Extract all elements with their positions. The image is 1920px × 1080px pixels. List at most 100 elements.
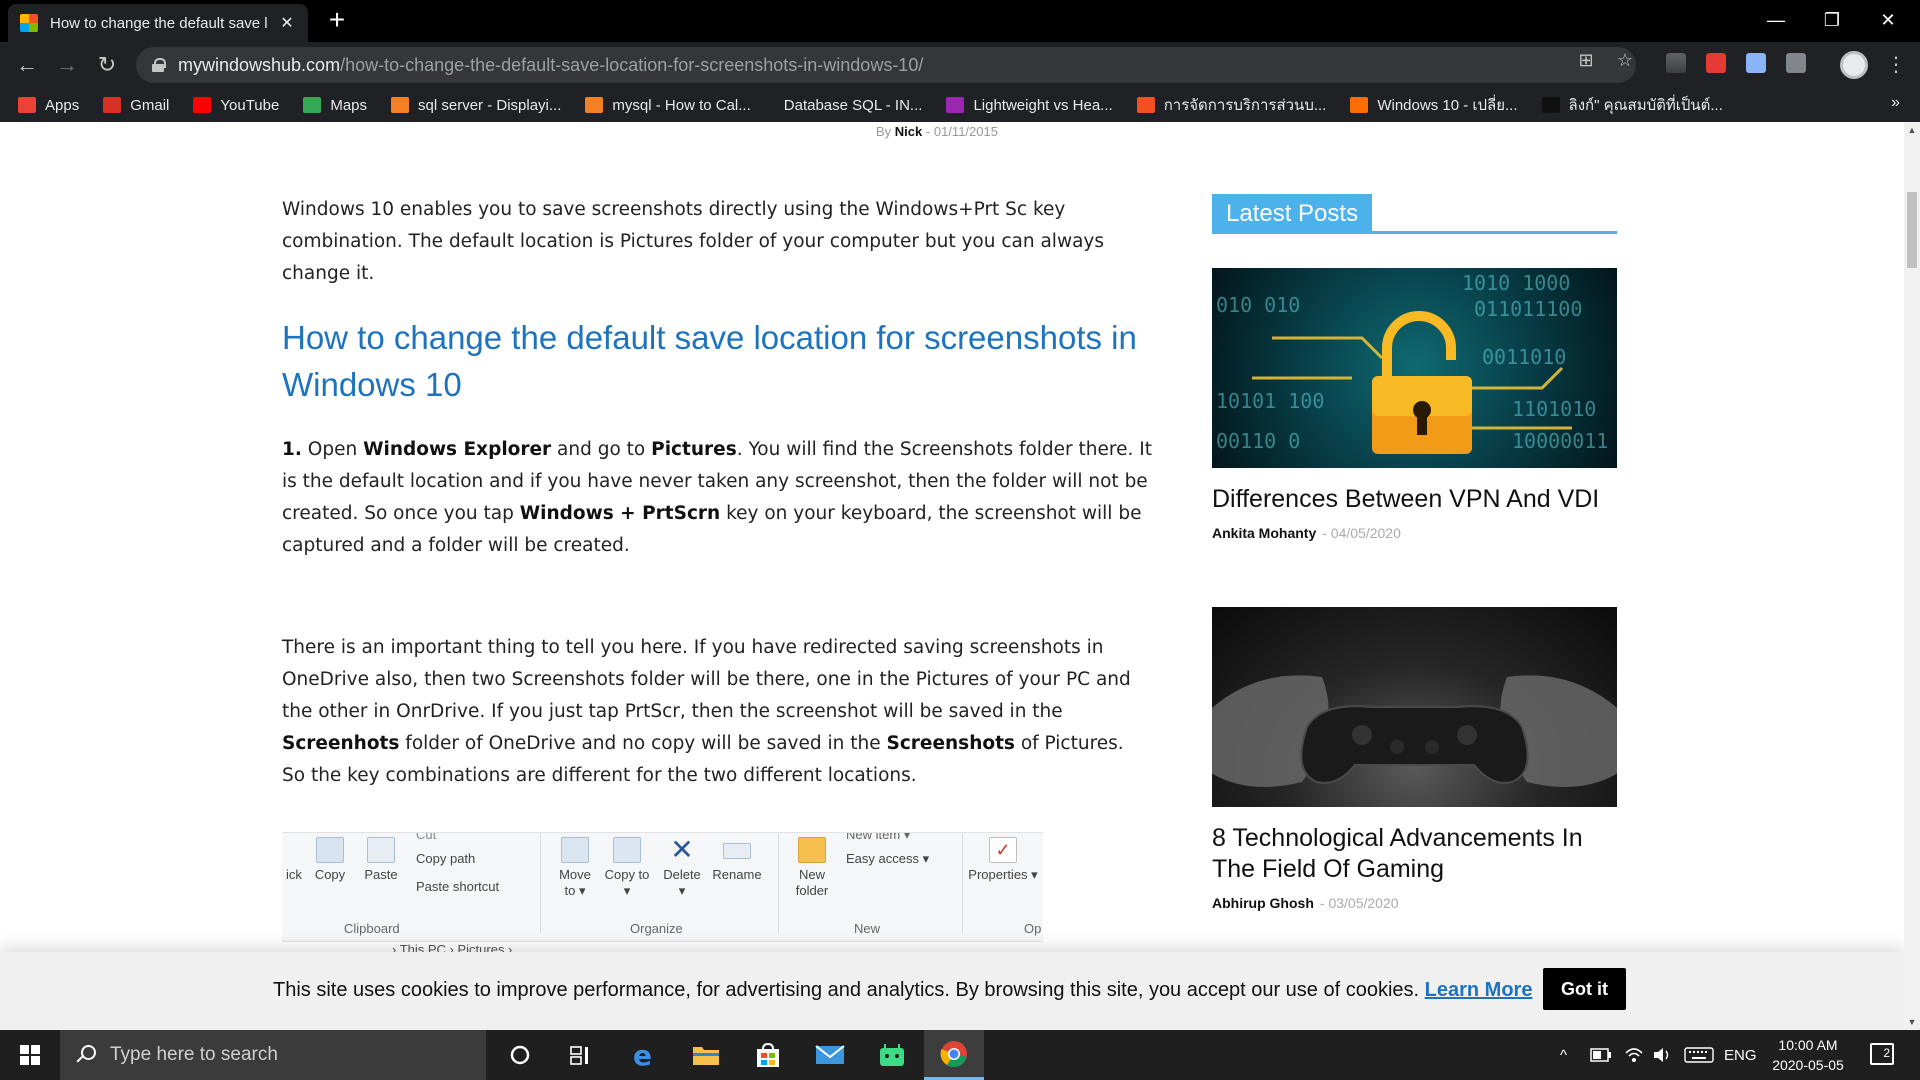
copy-to-command: Copy to ▾	[604, 837, 650, 899]
article-heading: How to change the default save location …	[282, 319, 1137, 403]
page-scrollbar[interactable]: ▲ ▼	[1904, 122, 1920, 1030]
tab-close-icon[interactable]: ✕	[278, 13, 296, 33]
bookmark-item[interactable]: Apps	[18, 97, 79, 114]
minimize-button[interactable]: —	[1752, 0, 1800, 40]
action-center-icon[interactable]: 2	[1870, 1043, 1894, 1065]
post-title-link[interactable]: 8 Technological Advancements In The Fiel…	[1212, 823, 1617, 885]
got-it-button[interactable]: Got it	[1543, 968, 1626, 1010]
translate-icon[interactable]: ⊞	[1575, 49, 1597, 71]
start-button[interactable]	[0, 1030, 60, 1080]
back-button[interactable]: ←	[12, 50, 42, 80]
bookmark-item[interactable]: Lightweight vs Hea...	[946, 97, 1113, 114]
author-link[interactable]: Nick	[895, 124, 922, 139]
bookmark-item[interactable]: YouTube	[193, 97, 279, 114]
svg-text:1101010: 1101010	[1512, 397, 1596, 421]
bookmark-label: Apps	[45, 96, 80, 114]
post-date: 04/05/2020	[1330, 525, 1401, 541]
search-icon	[76, 1045, 96, 1065]
restore-button[interactable]: ❐	[1808, 0, 1856, 40]
ribbon-label: Copy	[314, 867, 346, 882]
vpn-post-thumbnail[interactable]: 010 010 10101 100 00110 0 1010 1000 0110…	[1212, 268, 1617, 468]
easy-access-command: Easy access ▾	[846, 851, 929, 867]
browser-menu-icon[interactable]: ⋮	[1886, 52, 1906, 77]
extension-icon[interactable]	[1706, 53, 1726, 73]
scroll-down-icon[interactable]: ▼	[1904, 1014, 1920, 1030]
taskbar-clock[interactable]: 10:00 AM 2020-05-05	[1760, 1035, 1856, 1075]
cookie-consent-bar: This site uses cookies to improve perfor…	[0, 952, 1904, 1030]
post-author[interactable]: Abhirup Ghosh	[1212, 895, 1314, 911]
file-explorer-icon[interactable]	[676, 1030, 736, 1080]
bookmark-item[interactable]: Database SQL - IN...	[775, 97, 923, 114]
task-view-icon[interactable]	[550, 1030, 610, 1080]
byline-prefix: By	[876, 124, 892, 139]
keyboard-icon[interactable]	[1684, 1030, 1714, 1080]
store-icon[interactable]	[738, 1030, 798, 1080]
browser-titlebar: How to change the default save l ✕ + — ❐…	[0, 0, 1920, 42]
paste-icon	[367, 837, 395, 863]
wifi-icon[interactable]	[1624, 1030, 1644, 1080]
bookmark-item[interactable]: การจัดการบริการส่วนบ...	[1136, 93, 1326, 117]
latest-posts-sidebar: Latest Posts 010 010 10101 100 00110 0 1…	[1212, 194, 1617, 911]
android-messages-icon[interactable]	[862, 1030, 922, 1080]
mail-icon[interactable]	[800, 1030, 860, 1080]
bookmark-item[interactable]: mysql - How to Cal...	[585, 96, 751, 114]
tray-overflow-icon[interactable]: ^	[1560, 1030, 1567, 1080]
ribbon-label: Rename	[712, 867, 762, 882]
bookmark-item[interactable]: ลิงก์" คุณสมบัติที่เป็นต์...	[1541, 93, 1723, 117]
search-placeholder: Type here to search	[110, 1044, 278, 1065]
bookmark-item[interactable]: sql server - Displayi...	[391, 97, 561, 114]
bookmarks-overflow-icon[interactable]: »	[1891, 94, 1900, 112]
battery-icon[interactable]	[1590, 1030, 1612, 1080]
article-byline: By Nick - 01/11/2015	[876, 124, 998, 139]
bookmark-item[interactable]: Gmail	[103, 97, 169, 114]
bookmark-star-icon[interactable]: ☆	[1614, 49, 1636, 71]
svg-text:010 010: 010 010	[1216, 293, 1300, 317]
scrollbar-thumb[interactable]	[1907, 192, 1917, 268]
chrome-icon[interactable]	[924, 1030, 984, 1080]
cortana-icon[interactable]	[490, 1030, 550, 1080]
cookie-text: This site uses cookies to improve perfor…	[273, 979, 1425, 1001]
gaming-post-thumbnail[interactable]	[1212, 607, 1617, 807]
svg-text:10000011: 10000011	[1512, 429, 1608, 453]
bookmark-label: mysql - How to Cal...	[612, 96, 751, 114]
profile-avatar[interactable]	[1840, 51, 1868, 79]
bookmark-label: Gmail	[130, 96, 170, 114]
new-folder-icon	[798, 837, 826, 863]
bookmark-label: ลิงก์" คุณสมบัติที่เป็นต์...	[1568, 97, 1723, 114]
browser-tab[interactable]: How to change the default save l ✕	[8, 4, 308, 42]
reload-button[interactable]: ↻	[92, 50, 122, 80]
edge-browser-icon[interactable]: e	[614, 1030, 674, 1080]
site-favicon-icon	[20, 14, 38, 32]
paste-command: Paste	[360, 837, 402, 883]
properties-icon: ✓	[989, 837, 1017, 863]
forward-button[interactable]: →	[52, 50, 82, 80]
ribbon-section-label: Clipboard	[344, 921, 400, 936]
address-bar[interactable]: mywindowshub.com/how-to-change-the-defau…	[136, 47, 1636, 83]
bookmark-favicon-icon	[1136, 97, 1155, 113]
ribbon-label: Copy to ▾	[604, 867, 650, 898]
learn-more-link[interactable]: Learn More	[1425, 979, 1533, 1001]
cut-command: Cut	[416, 833, 436, 843]
lock-icon[interactable]	[152, 58, 166, 72]
scroll-up-icon[interactable]: ▲	[1904, 122, 1920, 138]
post-title-link[interactable]: Differences Between VPN And VDI	[1212, 484, 1617, 515]
extension-icon[interactable]	[1786, 53, 1806, 73]
extension-icon[interactable]	[1666, 53, 1686, 73]
new-tab-button[interactable]: +	[322, 6, 352, 36]
bookmark-item[interactable]: Windows 10 - เปลี่ย...	[1350, 93, 1518, 117]
language-indicator[interactable]: ENG	[1724, 1030, 1757, 1080]
extension-icon[interactable]	[1746, 53, 1766, 73]
taskbar-search-box[interactable]: Type here to search	[60, 1030, 486, 1080]
url-path: /how-to-change-the-default-save-location…	[340, 54, 924, 75]
bookmark-item[interactable]: Maps	[303, 97, 367, 114]
post-meta: Ankita Mohanty - 04/05/2020	[1212, 525, 1617, 541]
bookmark-label: YouTube	[220, 96, 280, 114]
post-author[interactable]: Ankita Mohanty	[1212, 525, 1316, 541]
close-window-button[interactable]: ✕	[1864, 0, 1912, 40]
post-meta: Abhirup Ghosh - 03/05/2020	[1212, 895, 1617, 911]
svg-text:10101 100: 10101 100	[1216, 389, 1324, 413]
volume-icon[interactable]	[1652, 1030, 1672, 1080]
onedrive-paragraph: There is an important thing to tell you …	[282, 632, 1152, 792]
copy-to-icon	[613, 837, 641, 863]
clock-time: 10:00 AM	[1778, 1037, 1838, 1053]
